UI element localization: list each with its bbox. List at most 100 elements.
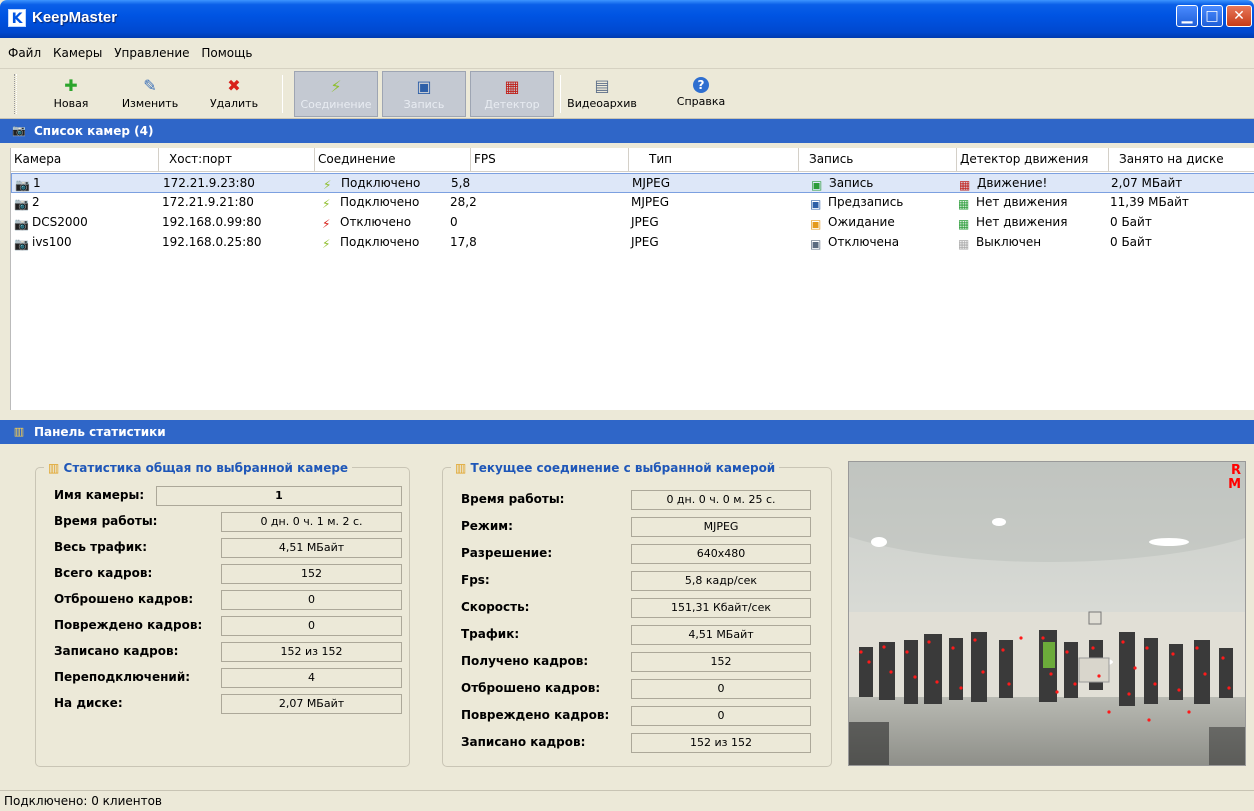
connection-status: Подключено <box>340 235 420 249</box>
table-row[interactable]: 📷 1 172.21.9.23:80 ⚡ Подключено 5,8 MJPEG … <box>11 173 1254 193</box>
cell-host: 172.21.9.23:80 <box>163 176 255 190</box>
video-archive-button[interactable]: ▤ Видеоархив <box>562 71 642 117</box>
bar-chart-icon: ▥ <box>13 425 25 438</box>
stat-value: 640x480 <box>631 544 811 564</box>
stat-value: 4,51 МБайт <box>631 625 811 645</box>
column-header-camera[interactable]: Камера <box>11 148 159 171</box>
status-text: Подключено: 0 клиентов <box>4 794 162 808</box>
cell-motion: ▦ Движение! <box>956 174 1108 194</box>
floppy-icon: ▣ <box>416 77 432 96</box>
stats-panel-title: Панель статистики <box>34 425 166 439</box>
new-camera-button[interactable]: ✚ Новая <box>42 71 100 117</box>
stat-value: 0 <box>631 706 811 726</box>
cell-host: 172.21.9.21:80 <box>162 195 254 209</box>
stat-label: Имя камеры: <box>54 488 145 502</box>
column-header-record[interactable]: Запись <box>799 148 957 171</box>
camera-preview-image[interactable]: R M <box>848 461 1246 766</box>
cell-record: ▣ Отключена <box>807 233 957 253</box>
column-header-connection[interactable]: Соединение <box>315 148 471 171</box>
stat-label: Время работы: <box>461 492 565 506</box>
delete-x-icon: ✖ <box>227 76 241 95</box>
connection-button[interactable]: ⚡ Соединение <box>294 71 378 117</box>
camera-name: 1 <box>33 176 41 190</box>
cell-host: 192.168.0.99:80 <box>162 215 262 229</box>
stat-label: Трафик: <box>461 627 520 641</box>
column-header-type[interactable]: Тип <box>629 148 799 171</box>
stat-value: 152 <box>221 564 402 584</box>
stat-label: Весь трафик: <box>54 540 148 554</box>
cell-motion: ▦ Нет движения <box>955 193 1107 213</box>
table-row[interactable]: 📷 2 172.21.9.21:80 ⚡ Подключено 28,2 MJPEG… <box>11 193 1254 213</box>
cell-type: JPEG <box>631 215 659 229</box>
motion-grid-icon: ▦ <box>958 197 970 211</box>
cell-type: JPEG <box>631 235 659 249</box>
motion-status: Нет движения <box>976 195 1068 209</box>
column-header-disk-usage[interactable]: Занято на диске <box>1109 148 1254 171</box>
motion-status: Выключен <box>976 235 1042 249</box>
video-archive-label: Видеоархив <box>567 97 637 110</box>
stat-value: 0 дн. 0 ч. 0 м. 25 с. <box>631 490 811 510</box>
table-row[interactable]: 📷 DCS2000 192.168.0.99:80 ⚡ Отключено 0 JP… <box>11 213 1254 233</box>
cell-disk: 11,39 МБайт <box>1110 195 1189 209</box>
stat-value: 2,07 МБайт <box>221 694 402 714</box>
stat-value: 0 <box>221 590 402 610</box>
stat-value: 5,8 кадр/сек <box>631 571 811 591</box>
column-header-motion-detector[interactable]: Детектор движения <box>957 148 1109 171</box>
current-connection-title-text: Текущее соединение с выбранной камерой <box>470 461 776 475</box>
detector-button[interactable]: ▦ Детектор <box>470 71 554 117</box>
record-status: Отключена <box>828 235 900 249</box>
stat-value: 4 <box>221 668 402 688</box>
status-bar: Подключено: 0 клиентов <box>0 790 1254 811</box>
stat-value: 0 <box>221 616 402 636</box>
conn-row-speed: Скорость: 151,31 Кбайт/сек <box>461 598 831 618</box>
menu-bar: Файл Камеры Управление Помощь <box>0 38 1254 69</box>
cell-motion: ▦ Выключен <box>955 233 1107 253</box>
stat-row-on-disk: На диске: 2,07 МБайт <box>54 694 404 714</box>
menu-file[interactable]: Файл <box>4 38 45 68</box>
camera-list-header: 📷 Список камер (4) <box>0 119 1254 143</box>
conn-row-dropped-frames: Отброшено кадров: 0 <box>461 679 831 699</box>
column-header-host[interactable]: Хост:порт <box>159 148 315 171</box>
recording-motion-overlay: R M <box>1228 464 1241 492</box>
general-stats-title-text: Статистика общая по выбранной камере <box>63 461 349 475</box>
menu-cameras[interactable]: Камеры <box>49 38 106 68</box>
column-header-fps[interactable]: FPS <box>471 148 629 171</box>
stat-label: Fps: <box>461 573 490 587</box>
toolbar-grip[interactable] <box>14 74 17 114</box>
stat-label: На диске: <box>54 696 123 710</box>
edit-camera-button[interactable]: ✎ Изменить <box>118 71 182 117</box>
menu-control[interactable]: Управление <box>110 38 193 68</box>
close-button[interactable]: ✕ <box>1226 5 1252 27</box>
conn-row-fps: Fps: 5,8 кадр/сек <box>461 571 831 591</box>
minimize-button[interactable]: ▁ <box>1176 5 1198 27</box>
app-logo-icon: K <box>8 9 26 27</box>
table-row[interactable]: 📷 ivs100 192.168.0.25:80 ⚡ Подключено 17,8… <box>11 233 1254 253</box>
connection-status: Подключено <box>341 176 421 190</box>
stat-label: Режим: <box>461 519 513 533</box>
table-header: Камера Хост:порт Соединение FPS Тип Запи… <box>11 148 1254 172</box>
maximize-button[interactable]: □ <box>1201 5 1223 27</box>
camera-icon: 📷 <box>14 217 29 231</box>
title-bar[interactable]: K KeepMaster ▁ □ ✕ <box>0 0 1254 38</box>
floppy-icon: ▣ <box>810 237 822 251</box>
camera-icon: 📷 <box>14 197 29 211</box>
stat-value: 151,31 Кбайт/сек <box>631 598 811 618</box>
film-icon: ▤ <box>594 76 610 95</box>
floppy-icon: ▣ <box>810 217 822 231</box>
stat-row-traffic: Весь трафик: 4,51 МБайт <box>54 538 404 558</box>
camera-list-title: Список камер (4) <box>34 124 154 138</box>
record-button[interactable]: ▣ Запись <box>382 71 466 117</box>
menu-help[interactable]: Помощь <box>197 38 256 68</box>
plus-icon: ✚ <box>64 76 78 95</box>
help-button[interactable]: ? Справка <box>666 71 736 117</box>
conn-row-mode: Режим: MJPEG <box>461 517 831 537</box>
help-question-icon: ? <box>693 77 709 93</box>
stat-value: 152 из 152 <box>631 733 811 753</box>
stat-label: Повреждено кадров: <box>54 618 203 632</box>
stat-label: Переподключений: <box>54 670 191 684</box>
connection-status: Отключено <box>340 215 412 229</box>
cell-fps: 5,8 <box>451 176 471 190</box>
bar-chart-icon: ▥ <box>455 461 471 475</box>
delete-camera-button[interactable]: ✖ Удалить <box>204 71 264 117</box>
stat-value: 152 <box>631 652 811 672</box>
